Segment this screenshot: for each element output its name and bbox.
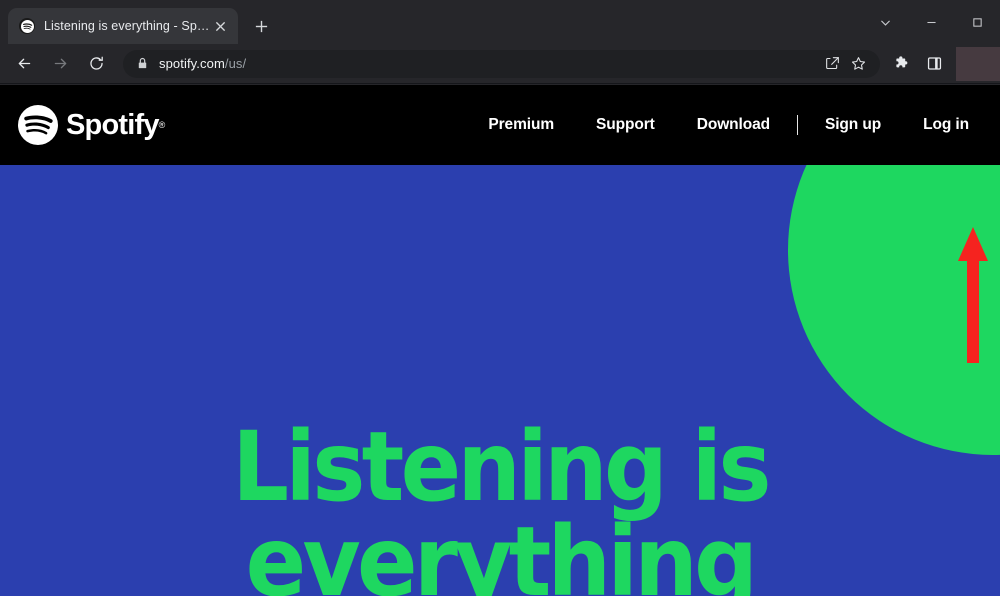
spotify-logo[interactable]: Spotify ® bbox=[18, 105, 165, 145]
page-viewport: Listening is everything Spotify ® Premiu… bbox=[0, 85, 1000, 596]
star-icon[interactable] bbox=[846, 52, 870, 76]
maximize-button[interactable] bbox=[954, 0, 1000, 44]
nav-link-login[interactable]: Log in bbox=[923, 116, 969, 134]
nav-link-support[interactable]: Support bbox=[596, 116, 655, 134]
reload-button[interactable] bbox=[81, 49, 111, 79]
hero-section: Listening is everything bbox=[0, 165, 1000, 596]
extensions-button[interactable] bbox=[888, 50, 916, 78]
nav-divider bbox=[797, 115, 798, 135]
nav-link-download[interactable]: Download bbox=[697, 116, 770, 134]
spotify-nav-links: Premium Support Download Sign up Log in bbox=[467, 115, 990, 135]
headline-line-2: everything bbox=[35, 515, 965, 596]
omnibox-actions bbox=[820, 52, 870, 76]
minimize-button[interactable] bbox=[908, 0, 954, 44]
browser-window: Listening is everything - Spotify bbox=[0, 0, 1000, 596]
url-host: spotify.com bbox=[159, 56, 225, 71]
new-tab-button[interactable] bbox=[247, 12, 275, 40]
profile-avatar[interactable] bbox=[956, 47, 1000, 81]
tab-close-icon[interactable] bbox=[210, 16, 230, 36]
address-bar[interactable]: spotify.com/us/ bbox=[123, 50, 880, 78]
spotify-logo-icon bbox=[18, 105, 58, 145]
url-path: /us/ bbox=[225, 56, 246, 71]
share-icon[interactable] bbox=[820, 52, 844, 76]
spotify-navbar: Spotify ® Premium Support Download Sign … bbox=[0, 85, 1000, 165]
hero-headline: Listening is everything bbox=[35, 420, 965, 596]
tab-title: Listening is everything - Spotify bbox=[44, 19, 210, 33]
nav-link-signup[interactable]: Sign up bbox=[825, 116, 881, 134]
nav-link-premium[interactable]: Premium bbox=[488, 116, 554, 134]
tab-strip: Listening is everything - Spotify bbox=[0, 0, 1000, 44]
registered-mark: ® bbox=[159, 120, 166, 130]
tab-search-button[interactable] bbox=[862, 0, 908, 44]
spotify-favicon-icon bbox=[19, 18, 35, 34]
back-button[interactable] bbox=[9, 49, 39, 79]
headline-line-1: Listening is bbox=[35, 420, 965, 515]
side-panel-button[interactable] bbox=[920, 50, 948, 78]
spotify-wordmark: Spotify bbox=[66, 111, 159, 140]
browser-toolbar: spotify.com/us/ bbox=[0, 44, 1000, 84]
browser-tab-active[interactable]: Listening is everything - Spotify bbox=[8, 8, 238, 44]
red-up-arrow-annotation bbox=[955, 225, 991, 365]
lock-icon bbox=[136, 57, 149, 70]
window-controls bbox=[862, 0, 1000, 44]
forward-button[interactable] bbox=[45, 49, 75, 79]
url-text: spotify.com/us/ bbox=[159, 56, 246, 71]
